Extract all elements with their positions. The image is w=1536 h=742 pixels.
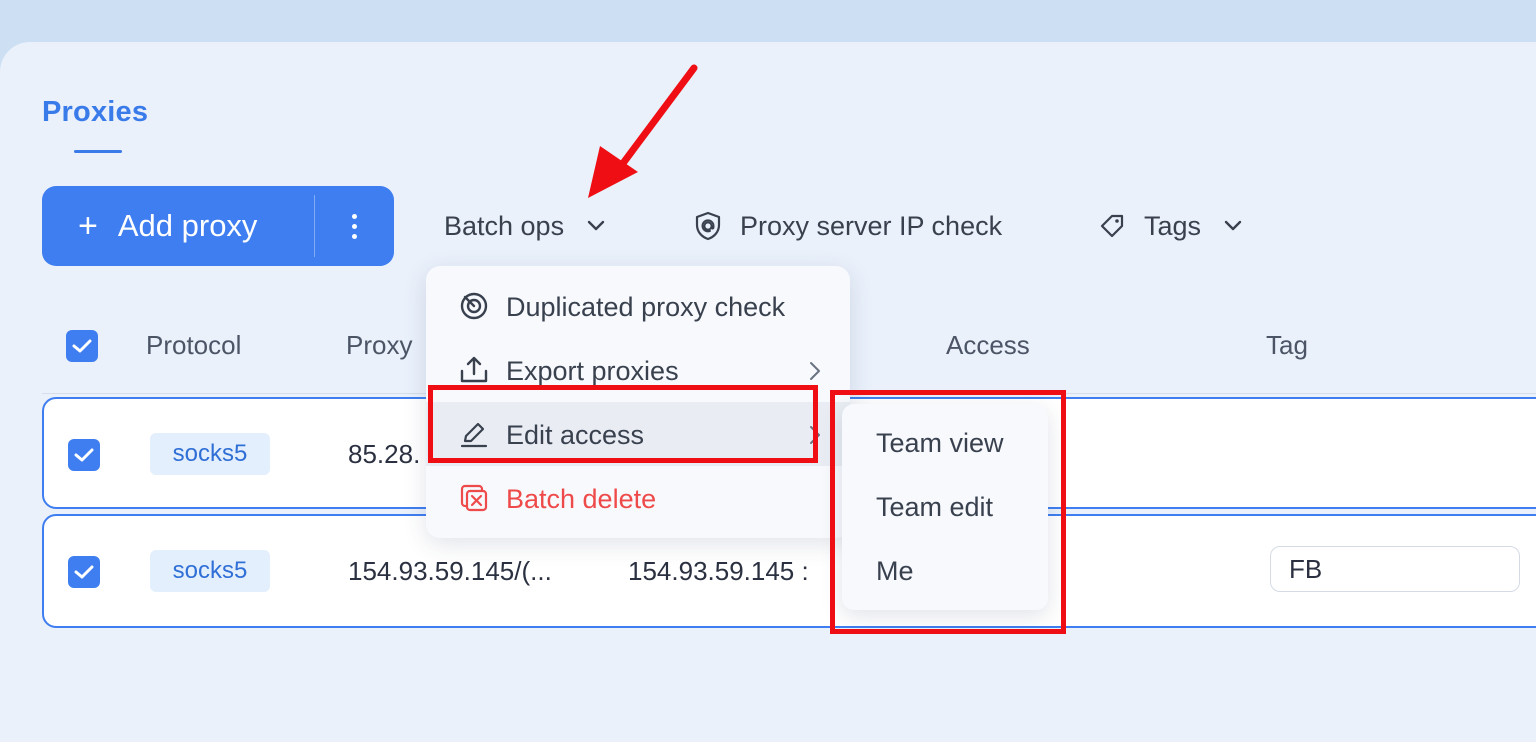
proxy-host-value: 154.93.59.145 : bbox=[628, 556, 809, 586]
annotation-highlight-submenu bbox=[830, 390, 1066, 634]
menu-item-label: Export proxies bbox=[506, 356, 679, 386]
more-vertical-icon bbox=[352, 213, 357, 239]
protocol-badge: socks5 bbox=[150, 433, 270, 475]
annotation-arrow-icon bbox=[588, 64, 698, 198]
chevron-right-icon bbox=[810, 362, 820, 380]
add-proxy-split-button: + Add proxy bbox=[42, 186, 394, 266]
tab-proxies[interactable]: Proxies bbox=[42, 96, 148, 129]
tags-dropdown[interactable]: Tags bbox=[1098, 206, 1243, 246]
shield-at-icon bbox=[695, 211, 721, 241]
col-header-access[interactable]: Access bbox=[946, 330, 1030, 361]
check-icon bbox=[72, 339, 92, 353]
chevron-down-icon bbox=[1224, 220, 1242, 231]
tag-input[interactable]: FB bbox=[1270, 546, 1520, 592]
check-icon bbox=[74, 565, 94, 579]
proxy-value: 154.93.59.145/(... bbox=[348, 556, 552, 586]
proxy-ip-check-label: Proxy server IP check bbox=[740, 210, 1003, 241]
select-all-checkbox[interactable] bbox=[66, 330, 98, 362]
col-header-protocol[interactable]: Protocol bbox=[146, 330, 241, 361]
more-options-button[interactable] bbox=[315, 186, 394, 266]
batch-ops-label: Batch ops bbox=[444, 210, 565, 241]
tags-label: Tags bbox=[1144, 210, 1202, 241]
tab-active-indicator bbox=[74, 150, 122, 153]
row-checkbox[interactable] bbox=[68, 439, 100, 471]
delete-box-icon bbox=[460, 484, 488, 512]
menu-item-label: Duplicated proxy check bbox=[506, 292, 786, 322]
check-icon bbox=[74, 448, 94, 462]
proxy-value: 85.28. bbox=[348, 439, 421, 469]
protocol-badge: socks5 bbox=[150, 550, 270, 592]
upload-icon bbox=[460, 356, 488, 383]
col-header-proxy[interactable]: Proxy bbox=[346, 330, 412, 361]
tag-value: FB bbox=[1289, 553, 1323, 584]
batch-ops-dropdown[interactable]: Batch ops bbox=[444, 206, 606, 246]
menu-item-duplicated-proxy-check[interactable]: Duplicated proxy check bbox=[426, 274, 850, 338]
add-proxy-button[interactable]: + Add proxy bbox=[42, 186, 314, 266]
tag-icon bbox=[1100, 214, 1124, 238]
row-checkbox[interactable] bbox=[68, 556, 100, 588]
annotation-highlight-edit-access bbox=[428, 385, 818, 463]
radar-icon bbox=[460, 292, 488, 320]
menu-item-label: Batch delete bbox=[506, 484, 657, 514]
menu-item-batch-delete[interactable]: Batch delete bbox=[426, 466, 850, 530]
add-proxy-label: Add proxy bbox=[117, 208, 258, 243]
proxy-ip-check-button[interactable]: Proxy server IP check bbox=[694, 206, 1002, 246]
chevron-down-icon bbox=[587, 220, 605, 231]
plus-icon: + bbox=[78, 207, 98, 245]
col-header-tag[interactable]: Tag bbox=[1266, 330, 1308, 361]
